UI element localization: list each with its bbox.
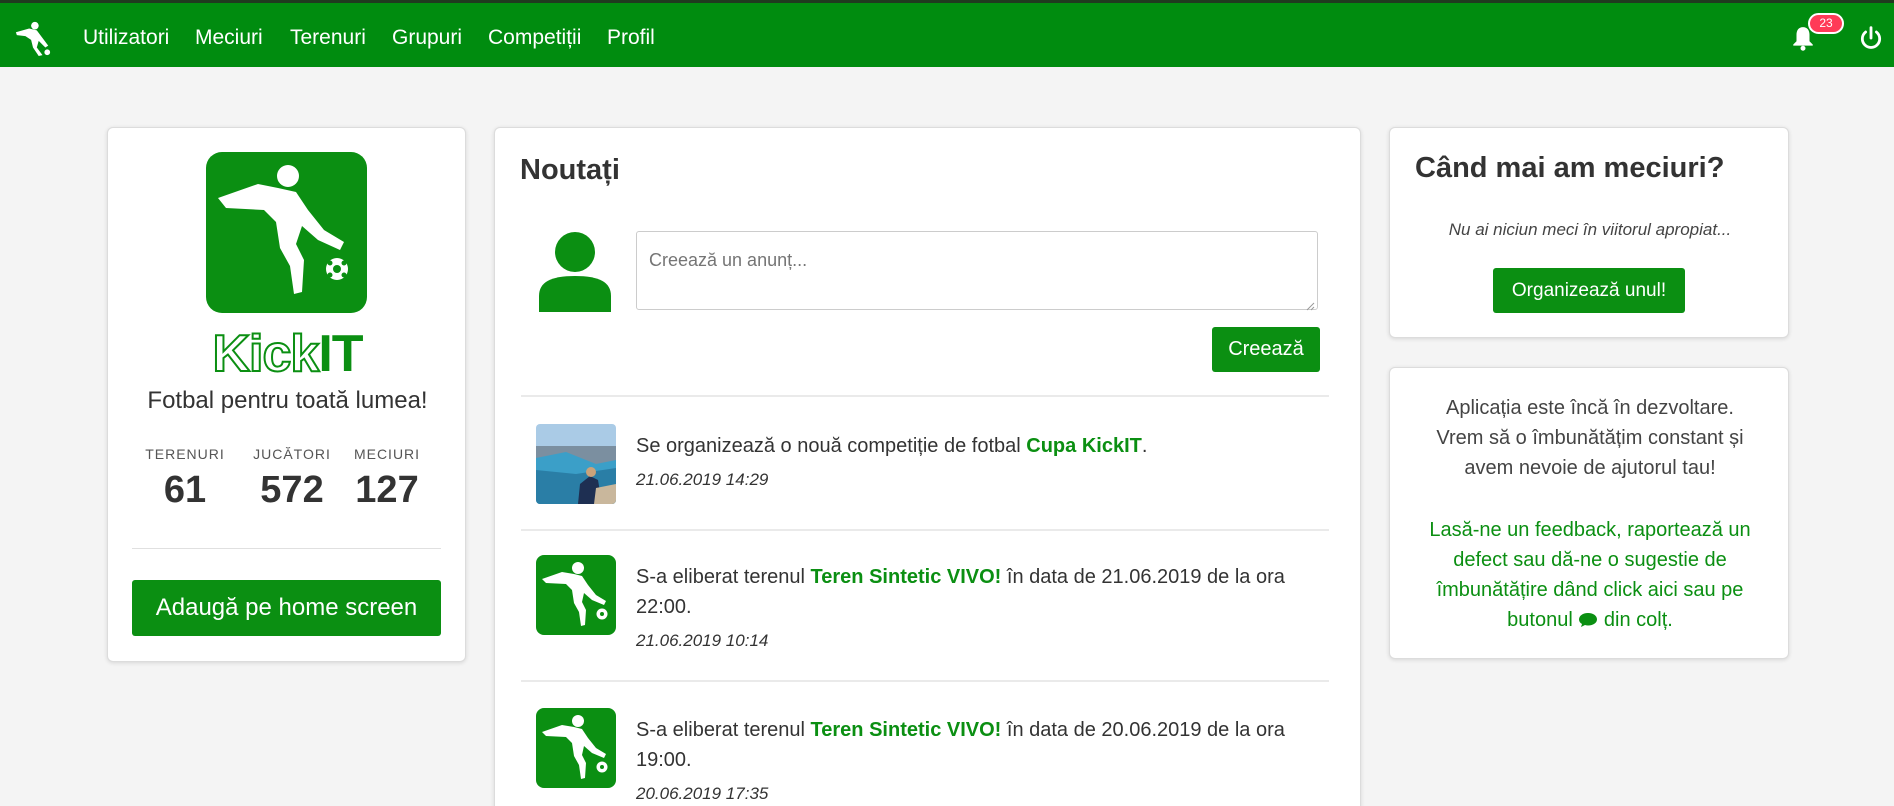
organize-match-button[interactable]: Organizează unul!: [1493, 268, 1685, 313]
divider: [521, 680, 1329, 682]
stat-label: JUCĂTORI: [253, 446, 331, 462]
nav-competitii[interactable]: Competiții: [488, 25, 581, 51]
add-to-home-screen-button[interactable]: Adaugă pe home screen: [132, 580, 441, 636]
user-avatar-icon: [539, 230, 611, 312]
top-navbar: Utilizatori Meciuri Terenuri Grupuri Com…: [0, 0, 1894, 67]
tagline: Fotbal pentru toată lumea!: [147, 387, 428, 414]
news-text-after: .: [1141, 435, 1148, 457]
news-link-teren[interactable]: Teren Sintetic VIVO!: [811, 719, 1002, 741]
kickit-brand-icon[interactable]: [14, 19, 52, 57]
announcement-input[interactable]: [636, 231, 1318, 310]
feedback-card: Aplicația este încă în dezvoltare. Vrem …: [1389, 367, 1789, 659]
stat-label: TERENURI: [145, 446, 225, 462]
feedback-link[interactable]: Lasă-ne un feedback, raportează un defec…: [1412, 515, 1768, 635]
stat-meciuri: MECIURI 127: [351, 446, 423, 512]
divider: [132, 548, 441, 549]
upcoming-matches-card: Când mai am meciuri? Nu ai niciun meci î…: [1389, 127, 1789, 338]
news-item-text: S-a eliberat terenul Teren Sintetic VIVO…: [636, 715, 1326, 775]
nav-utilizatori[interactable]: Utilizatori: [83, 25, 169, 51]
stat-label: MECIURI: [353, 446, 421, 462]
news-title: Noutați: [520, 154, 620, 186]
news-item-text: Se organizează o nouă competiție de fotb…: [636, 431, 1326, 461]
news-text-before: Se organizează o nouă competiție de fotb…: [636, 435, 1027, 457]
stat-jucatori: JUCĂTORI 572: [251, 446, 333, 512]
upcoming-matches-title: Când mai am meciuri?: [1415, 152, 1725, 184]
news-thumbnail-kickit-logo[interactable]: [536, 708, 616, 788]
news-text-before: S-a eliberat terenul: [636, 719, 811, 741]
development-notice: Aplicația este încă în dezvoltare. Vrem …: [1436, 397, 1744, 479]
stat-value: 127: [355, 469, 419, 511]
nav-profil[interactable]: Profil: [607, 25, 655, 51]
news-link-cupa-kickit[interactable]: Cupa KickIT: [1026, 435, 1142, 457]
chat-bubble-icon: [1578, 607, 1598, 627]
stat-value: 572: [260, 469, 324, 511]
divider: [521, 395, 1329, 397]
news-item-text: S-a eliberat terenul Teren Sintetic VIVO…: [636, 562, 1326, 622]
news-thumbnail-kickit-logo[interactable]: [536, 555, 616, 635]
wordmark-kick: Kick: [211, 325, 320, 383]
create-announcement-button[interactable]: Creează: [1212, 327, 1320, 372]
notification-badge: 23: [1808, 13, 1844, 34]
wordmark-it: IT: [318, 325, 363, 383]
nav-grupuri[interactable]: Grupuri: [392, 25, 462, 51]
news-link-teren[interactable]: Teren Sintetic VIVO!: [811, 566, 1002, 588]
profile-summary-card: KickIT Fotbal pentru toată lumea! TERENU…: [107, 127, 466, 662]
stat-value: 61: [163, 469, 207, 511]
news-text-before: S-a eliberat terenul: [636, 566, 811, 588]
news-thumbnail-landscape[interactable]: [536, 424, 616, 504]
divider: [521, 529, 1329, 531]
news-date: 20.06.2019 17:35: [636, 784, 769, 803]
no-matches-message: Nu ai niciun meci în viitorul apropiat..…: [1448, 220, 1732, 239]
news-feed-card: Noutați Creează Se organizează o nouă co…: [494, 127, 1361, 806]
news-date: 21.06.2019 14:29: [636, 470, 769, 489]
power-icon[interactable]: [1858, 25, 1884, 51]
kickit-logo: [206, 152, 367, 313]
stat-terenuri: TERENURI 61: [144, 446, 226, 512]
nav-terenuri[interactable]: Terenuri: [290, 25, 366, 51]
news-date: 21.06.2019 10:14: [636, 631, 769, 650]
nav-meciuri[interactable]: Meciuri: [195, 25, 263, 51]
kickit-wordmark: KickIT: [108, 325, 467, 383]
resize-grip-icon[interactable]: [1305, 298, 1315, 311]
feedback-link-text-end[interactable]: din colț.: [1604, 609, 1673, 631]
